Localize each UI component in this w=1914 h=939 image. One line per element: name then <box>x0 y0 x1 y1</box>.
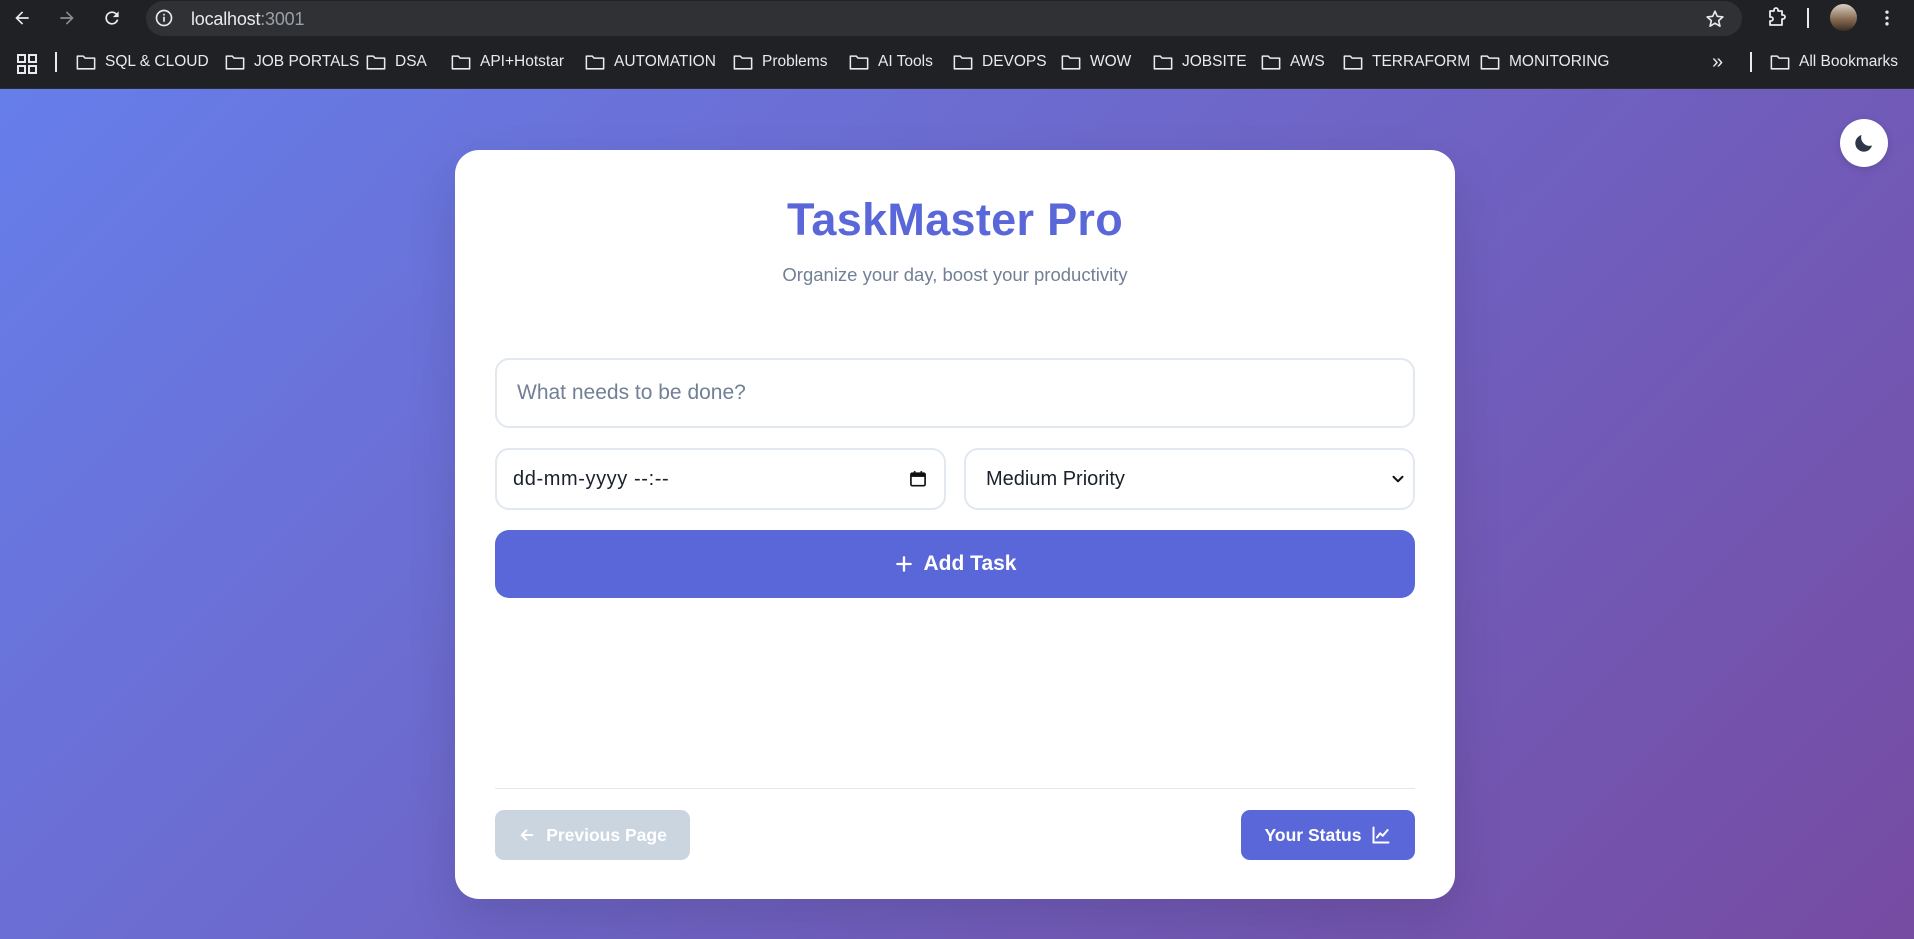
bookmarks-overflow-button[interactable]: » <box>1712 51 1723 73</box>
add-task-button[interactable]: Add Task <box>495 530 1415 598</box>
bookmark-folder[interactable]: WOW <box>1061 51 1131 73</box>
folder-icon <box>1261 55 1281 70</box>
bookmark-label: AUTOMATION <box>614 53 716 70</box>
due-date-input[interactable]: dd-mm-yyyy --:-- <box>495 448 946 510</box>
bookmark-folder[interactable]: DEVOPS <box>953 51 1047 73</box>
bookmark-label: MONITORING <box>1509 53 1610 70</box>
extensions-icon[interactable] <box>1765 6 1789 30</box>
bookmarks-separator <box>1750 52 1752 72</box>
folder-icon <box>953 55 973 70</box>
folder-icon <box>225 55 245 70</box>
url-text[interactable]: localhost:3001 <box>191 9 304 30</box>
bookmark-label: WOW <box>1090 53 1132 70</box>
url-port: :3001 <box>260 9 305 29</box>
reload-icon <box>105 11 119 25</box>
folder-icon <box>733 55 753 70</box>
bookmark-folder[interactable]: AWS <box>1261 51 1325 73</box>
arrow-left-icon <box>15 11 29 25</box>
bookmark-label: JOBSITE <box>1182 53 1247 70</box>
plus-icon <box>895 556 912 572</box>
overflow-chevron-icon: » <box>1712 50 1724 73</box>
app-title: TaskMaster Pro <box>786 194 1123 245</box>
reload-button[interactable] <box>98 4 126 32</box>
bookmark-folder[interactable]: DSA <box>366 51 427 73</box>
previous-page-button[interactable]: Previous Page <box>495 810 690 860</box>
bookmark-folder[interactable]: TERRAFORM <box>1343 51 1470 73</box>
add-task-label: Add Task <box>923 552 1017 575</box>
bookmark-folder[interactable]: JOBSITE <box>1153 51 1247 73</box>
arrow-right-icon <box>60 11 74 25</box>
chevron-down-icon <box>1392 475 1404 483</box>
folder-icon <box>76 55 96 70</box>
your-status-label: Your Status <box>1264 824 1362 845</box>
folder-icon <box>451 55 471 70</box>
folder-icon <box>1770 55 1790 70</box>
moon-icon <box>1855 135 1872 152</box>
bookmark-folder[interactable]: AI Tools <box>849 51 933 73</box>
priority-select[interactable]: Medium Priority <box>964 448 1415 510</box>
back-button[interactable] <box>8 4 36 32</box>
priority-selected-value: Medium Priority <box>986 467 1125 490</box>
address-bar[interactable]: localhost:3001 <box>146 1 1742 36</box>
bookmarks-separator <box>55 52 57 72</box>
bookmark-folder[interactable]: API+Hotstar <box>451 51 564 73</box>
bookmark-label: DEVOPS <box>982 53 1047 70</box>
more-menu-icon[interactable] <box>1877 6 1897 30</box>
bookmark-folder[interactable]: SQL & CLOUD <box>76 51 209 73</box>
bookmark-star-icon[interactable] <box>1704 8 1726 30</box>
bookmark-folder[interactable]: AUTOMATION <box>585 51 716 73</box>
folder-icon <box>366 55 386 70</box>
task-input[interactable] <box>495 358 1415 428</box>
all-bookmarks-folder[interactable]: All Bookmarks <box>1770 51 1898 73</box>
bookmark-label: AWS <box>1290 53 1325 70</box>
all-bookmarks-label: All Bookmarks <box>1799 53 1899 70</box>
arrow-left-icon <box>520 829 534 841</box>
bookmarks-bar: SQL & CLOUD JOB PORTALS DSA API+Hotstar … <box>0 36 1914 89</box>
bookmark-label: DSA <box>395 53 427 70</box>
bookmark-folder[interactable]: MONITORING <box>1480 51 1609 73</box>
task-card: TaskMaster Pro Organize your day, boost … <box>455 150 1455 899</box>
site-info-icon[interactable] <box>154 8 174 28</box>
folder-icon <box>585 55 605 70</box>
your-status-button[interactable]: Your Status <box>1241 810 1415 860</box>
apps-grid-icon[interactable] <box>17 54 37 74</box>
bookmark-label: API+Hotstar <box>480 53 564 70</box>
page-background: TaskMaster Pro Organize your day, boost … <box>0 89 1914 939</box>
folder-icon <box>1061 55 1081 70</box>
folder-icon <box>1480 55 1500 70</box>
due-date-value: dd-mm-yyyy --:-- <box>513 467 670 490</box>
profile-avatar[interactable] <box>1830 4 1857 31</box>
line-chart-icon <box>1372 826 1390 844</box>
bookmark-label: TERRAFORM <box>1372 53 1471 70</box>
bookmark-label: Problems <box>762 53 828 70</box>
bookmark-folder[interactable]: JOB PORTALS <box>225 51 359 73</box>
bookmark-folder[interactable]: Problems <box>733 51 827 73</box>
previous-page-label: Previous Page <box>546 824 667 845</box>
folder-icon <box>1153 55 1173 70</box>
url-host: localhost <box>191 9 261 29</box>
app-subtitle: Organize your day, boost your productivi… <box>782 264 1128 285</box>
folder-icon <box>849 55 869 70</box>
browser-toolbar: localhost:3001 <box>0 0 1914 36</box>
footer-divider <box>495 788 1415 789</box>
bookmark-label: AI Tools <box>878 53 933 70</box>
bookmark-label: JOB PORTALS <box>254 53 360 70</box>
folder-icon <box>1343 55 1363 70</box>
forward-button[interactable] <box>53 4 81 32</box>
toolbar-separator <box>1807 8 1809 28</box>
theme-toggle-button[interactable] <box>1840 119 1888 167</box>
bookmark-label: SQL & CLOUD <box>105 53 209 70</box>
calendar-icon[interactable] <box>908 469 928 489</box>
